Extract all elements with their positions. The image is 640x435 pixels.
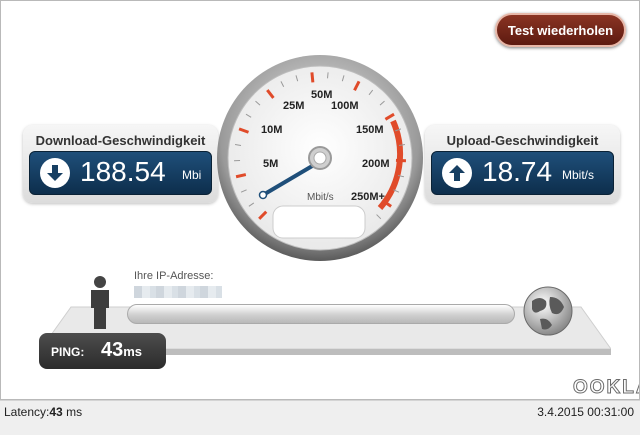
latency-readout: Latency:43 ms <box>4 405 82 419</box>
download-readout: 188.54 Mbi <box>29 151 212 195</box>
arrow-up-icon <box>442 158 472 188</box>
gauge-label-250m: 250M+ <box>351 191 385 203</box>
user-icon <box>87 275 113 331</box>
gauge-hub-center <box>314 152 326 164</box>
download-title: Download-Geschwindigkeit <box>23 133 218 148</box>
gauge-label-5m: 5M <box>263 158 278 170</box>
ping-value: 43 <box>101 339 123 361</box>
speedtest-panel: Test wiederholen Download-Geschwindigkei… <box>0 0 640 400</box>
download-unit: Mbi <box>182 168 201 182</box>
upload-value: 18.74 <box>482 156 552 188</box>
gauge-tick <box>328 72 329 78</box>
upload-readout: 18.74 Mbit/s <box>431 151 614 195</box>
ip-address-redacted <box>134 286 222 298</box>
gauge-label-150m: 150M <box>356 124 384 136</box>
timestamp: 3.4.2015 00:31:00 <box>537 405 634 419</box>
latency-value: 43 <box>49 405 62 419</box>
gauge-unit-label: Mbit/s <box>307 192 334 203</box>
gauge-needle-tip <box>260 192 267 199</box>
download-panel: Download-Geschwindigkeit 188.54 Mbi <box>23 125 218 203</box>
ping-readout: PING: 43ms <box>39 333 166 369</box>
gauge-label-100m: 100M <box>331 100 359 112</box>
upload-unit: Mbit/s <box>562 168 594 182</box>
ping-label: PING: <box>51 345 84 359</box>
globe-icon <box>522 285 574 337</box>
gauge-readout-window <box>273 206 365 238</box>
ping-unit: ms <box>123 344 142 359</box>
download-value: 188.54 <box>80 156 166 188</box>
gauge-label-25m: 25M <box>283 100 304 112</box>
speed-gauge: 5M 10M 25M 50M 100M 150M 200M 250M+ Mbit… <box>215 53 425 263</box>
gauge-label-50m: 50M <box>311 89 332 101</box>
ip-address-label: Ihre IP-Adresse: <box>134 270 213 282</box>
upload-panel: Upload-Geschwindigkeit 18.74 Mbit/s <box>425 125 620 203</box>
gauge-label-200m: 200M <box>362 158 390 170</box>
gauge-tick <box>236 175 246 177</box>
status-bar: Latency:43 ms 3.4.2015 00:31:00 <box>0 400 640 435</box>
retest-button[interactable]: Test wiederholen <box>495 13 626 47</box>
ping-value-wrap: 43ms <box>101 339 142 362</box>
ookla-logo: OOKLA <box>573 377 640 399</box>
latency-label: Latency: <box>4 405 49 419</box>
arrow-down-icon <box>40 158 70 188</box>
upload-title: Upload-Geschwindigkeit <box>425 133 620 148</box>
latency-unit: ms <box>63 405 82 419</box>
gauge-tick <box>312 72 313 82</box>
connection-tube <box>127 304 515 324</box>
gauge-label-10m: 10M <box>261 124 282 136</box>
